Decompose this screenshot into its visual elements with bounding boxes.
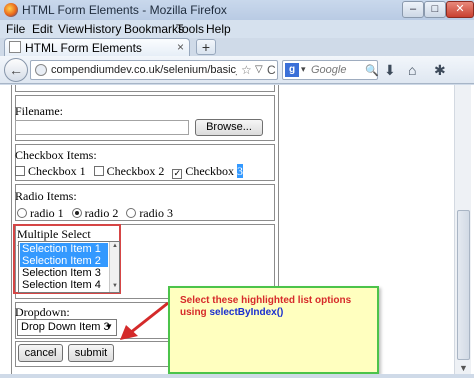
dropdown-select[interactable]: Drop Down Item 3 ▼ (17, 319, 117, 336)
window-titlebar: HTML Form Elements - Mozilla Firefox – □… (0, 0, 474, 20)
home-icon[interactable]: ⌂ (408, 62, 416, 78)
cancel-button[interactable]: cancel (18, 344, 63, 362)
menu-help[interactable]: Help (206, 22, 231, 36)
checkmark-icon[interactable]: ✓ (172, 169, 183, 179)
radio-label: radio 3 (139, 206, 173, 220)
radio-button[interactable] (17, 208, 27, 218)
close-window-button[interactable]: ✕ (446, 1, 474, 18)
annotation-method-name: selectByIndex() (209, 307, 284, 318)
checkbox-box[interactable] (15, 166, 25, 176)
page-viewport: Filename: Browse... Checkbox Items: Chec… (0, 85, 474, 374)
search-engine-dropdown-icon[interactable]: ▾ (301, 64, 306, 75)
checkbox-items-label: Checkbox Items: (15, 148, 97, 162)
page-icon (9, 41, 21, 53)
window-title: HTML Form Elements - Mozilla Firefox (22, 3, 227, 17)
radio-row: radio 1 radio 2 radio 3 (17, 206, 178, 221)
browse-button[interactable]: Browse... (195, 119, 263, 136)
download-icon[interactable]: ⬇ (384, 62, 396, 79)
chevron-down-icon[interactable]: ▼ (105, 322, 113, 331)
checkbox-label: Checkbox 1 (28, 164, 86, 178)
checkbox-1[interactable]: Checkbox 1 (15, 164, 86, 178)
radio-2[interactable]: radio 2 (71, 206, 119, 220)
url-history-dropdown-icon[interactable]: ▽ (255, 64, 263, 75)
filename-label: Filename: (15, 104, 63, 118)
checkbox-3[interactable]: ✓ Checkbox 3 (172, 164, 243, 179)
annotation-text-2: using selectByIndex() (180, 307, 283, 318)
list-option-3[interactable]: Selection Item 3 (20, 267, 108, 279)
google-engine-icon[interactable]: g (285, 63, 299, 77)
annotation-arrow-icon (120, 301, 169, 340)
search-go-icon[interactable]: 🔍 (365, 64, 379, 77)
globe-icon (35, 64, 47, 76)
tab-html-form-elements[interactable]: HTML Form Elements × (4, 38, 190, 56)
maximize-button[interactable]: □ (424, 1, 446, 18)
checkbox-label: Checkbox (185, 164, 237, 178)
search-bar[interactable]: g ▾ Google 🔍 (282, 60, 379, 80)
radio-items-label: Radio Items: (15, 189, 77, 203)
dropdown-value: Drop Down Item 3 (21, 321, 110, 333)
menu-edit[interactable]: Edit (32, 22, 53, 36)
multiselect-listbox[interactable]: Selection Item 1 Selection Item 2 Select… (18, 241, 120, 293)
list-option-1[interactable]: Selection Item 1 (20, 243, 108, 255)
url-text[interactable]: compendiumdev.co.uk/selenium/basic_html_… (51, 64, 237, 76)
menu-history[interactable]: History (84, 22, 121, 36)
menu-tools[interactable]: Tools (176, 22, 204, 36)
radio-button[interactable] (126, 208, 137, 218)
menu-bar: File Edit View History Bookmarks Tools H… (0, 20, 474, 38)
tab-close-icon[interactable]: × (177, 40, 184, 54)
page-scrollbar[interactable]: ▼ (454, 85, 471, 374)
firefox-logo-icon (4, 3, 18, 17)
annotation-callout: Select these highlighted list options us… (168, 286, 379, 374)
back-button[interactable]: ← (4, 58, 28, 82)
tab-strip: HTML Form Elements × + (0, 38, 474, 56)
scroll-down-icon[interactable]: ▼ (459, 363, 468, 373)
checkbox-box[interactable] (93, 166, 104, 176)
minimize-button[interactable]: – (402, 1, 424, 18)
radio-label: radio 1 (30, 206, 64, 220)
dropdown-label: Dropdown: (15, 305, 70, 319)
multiselect-highlight-box: Multiple Select Values Selection Item 1 … (13, 224, 121, 294)
radio-label: radio 2 (84, 206, 119, 220)
annotation-prefix: using (180, 307, 210, 318)
url-bar[interactable]: compendiumdev.co.uk/selenium/basic_html_… (30, 60, 278, 80)
form-cell-top (15, 85, 275, 92)
submit-button[interactable]: submit (68, 344, 114, 362)
page-scrollbar-thumb[interactable] (457, 210, 470, 360)
window-bottom-border (0, 374, 474, 378)
bookmark-star-icon[interactable]: ☆ (241, 63, 252, 77)
radio-1[interactable]: radio 1 (17, 206, 64, 220)
selected-text-highlight: 3 (236, 164, 243, 178)
navigation-toolbar: ← compendiumdev.co.uk/selenium/basic_htm… (0, 56, 474, 84)
list-option-4[interactable]: Selection Item 4 (20, 279, 108, 291)
radio-button-selected[interactable] (71, 208, 82, 218)
checkbox-2[interactable]: Checkbox 2 (93, 164, 165, 178)
tab-label: HTML Form Elements (25, 41, 142, 55)
menu-file[interactable]: File (6, 22, 25, 36)
annotation-text: Select these highlighted list options (180, 295, 352, 306)
listbox-scrollbar[interactable]: ▲ ▼ (109, 242, 119, 292)
reload-icon[interactable]: C (267, 63, 276, 77)
checkbox-row: Checkbox 1 Checkbox 2 ✓ Checkbox 3 (15, 164, 248, 179)
new-tab-button[interactable]: + (196, 39, 216, 55)
filename-input[interactable] (15, 120, 189, 135)
list-option-2[interactable]: Selection Item 2 (20, 255, 108, 267)
search-input[interactable]: Google (311, 64, 346, 76)
scroll-down-icon[interactable]: ▼ (112, 283, 118, 289)
scroll-up-icon[interactable]: ▲ (112, 243, 118, 249)
radio-3[interactable]: radio 3 (126, 206, 173, 220)
addon-icon[interactable]: ✱ (434, 62, 446, 79)
checkbox-label: Checkbox 2 (106, 164, 165, 178)
menu-view[interactable]: View (58, 22, 84, 36)
